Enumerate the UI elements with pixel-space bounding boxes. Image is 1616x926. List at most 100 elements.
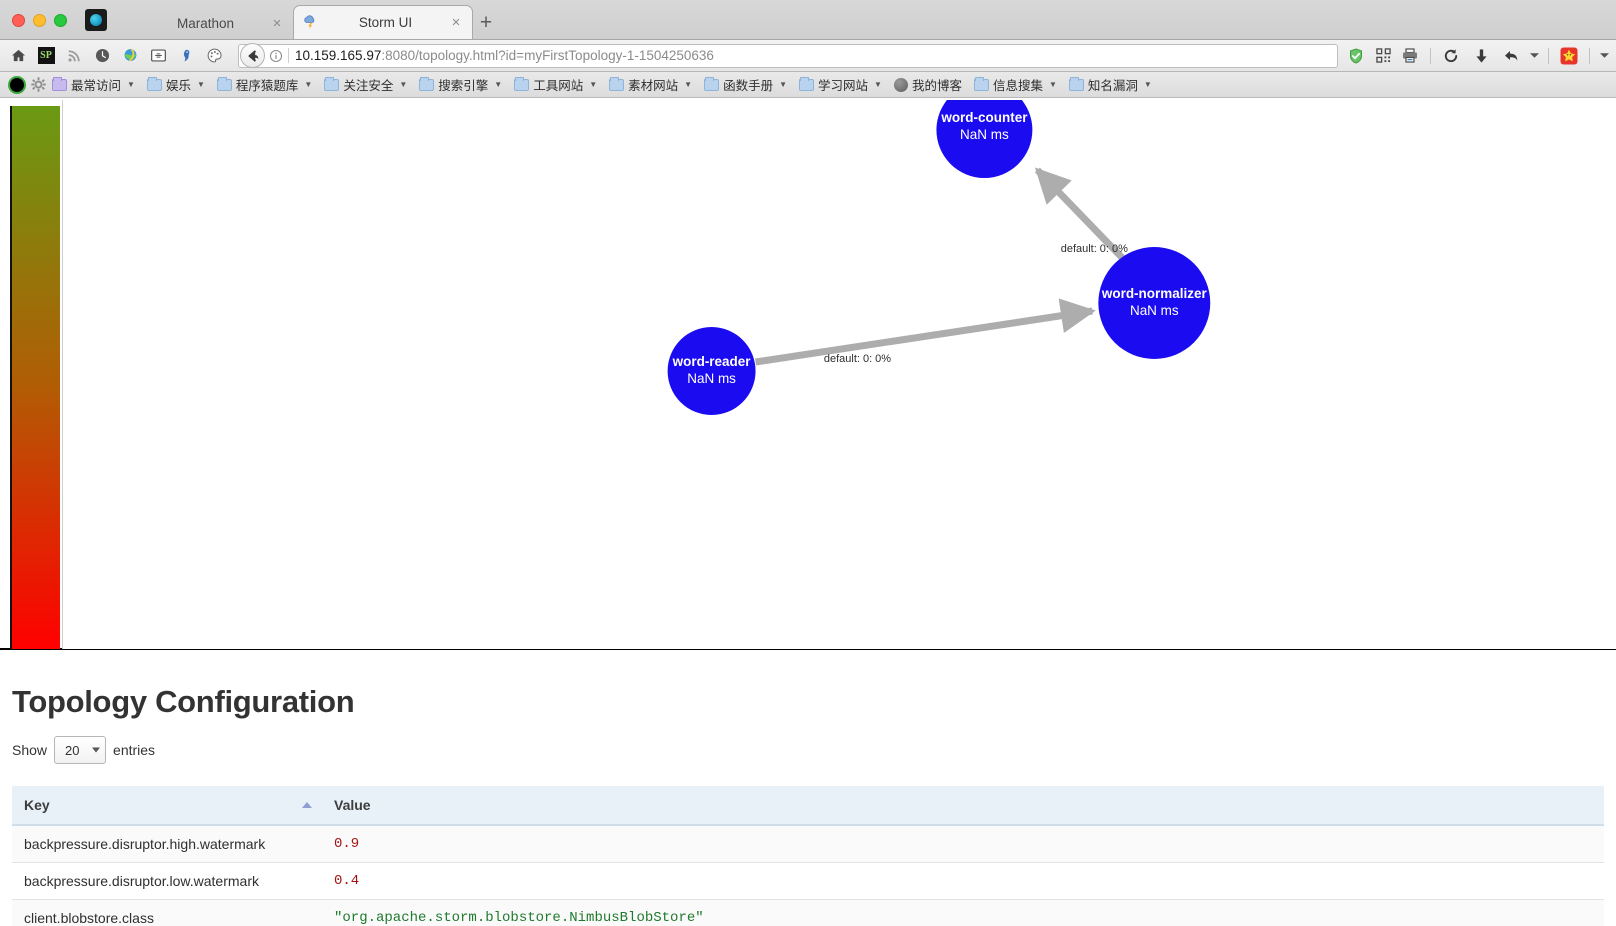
topology-graph-panel[interactable]: default: 0: 0% default: 0: 0% word-count… — [62, 100, 1616, 649]
topology-configuration-table: Key Value backpressure.disruptor.high.wa… — [12, 786, 1604, 926]
bookmark-folder-7[interactable]: 函数手册 ▼ — [698, 74, 793, 96]
bookmark-label: 信息搜集 — [992, 79, 1043, 93]
rss-icon[interactable] — [62, 44, 86, 68]
topology-node-word-normalizer[interactable]: word-normalizer NaN ms — [1098, 247, 1211, 359]
bookmark-folder-6[interactable]: 素材网站 ▼ — [603, 74, 698, 96]
bookmark-folder-8[interactable]: 学习网站 ▼ — [793, 74, 888, 96]
bookmark-folder-11[interactable]: 知名漏洞 ▼ — [1063, 74, 1158, 96]
profile-avatar[interactable] — [8, 75, 26, 94]
chevron-down-icon: ▼ — [304, 80, 313, 89]
folder-icon — [514, 76, 530, 91]
tab-favicon — [121, 15, 138, 32]
close-window-button[interactable] — [12, 14, 25, 27]
browser-window: Marathon × Storm UI × + SP 10.159.165.97… — [0, 0, 1616, 926]
folder-icon — [973, 76, 989, 91]
url-host: 10.159.165.97 — [295, 48, 382, 63]
back-button[interactable] — [240, 43, 265, 68]
table-body: backpressure.disruptor.high.watermark 0.… — [12, 825, 1604, 926]
page-size-value: 20 — [65, 742, 80, 758]
topology-graph-svg[interactable]: default: 0: 0% default: 0: 0% word-count… — [63, 100, 1616, 649]
url-separator — [288, 48, 289, 63]
bookmark-label: 学习网站 — [818, 79, 869, 93]
chevron-down-icon: ▼ — [196, 80, 205, 89]
bookmark-label: 我的博客 — [911, 79, 962, 93]
show-label: Show — [12, 742, 48, 758]
card-icon[interactable] — [146, 44, 170, 68]
tab-marathon[interactable]: Marathon × — [113, 7, 293, 39]
chevron-down-icon: ▼ — [1048, 80, 1057, 89]
close-icon[interactable]: × — [448, 15, 464, 30]
dropdown-caret-icon[interactable] — [1528, 44, 1540, 68]
latency-color-legend — [10, 106, 60, 649]
edge-line — [755, 298, 1096, 366]
bookmark-label: 工具网站 — [533, 79, 584, 93]
storm-cloud-icon — [302, 14, 319, 31]
new-tab-button[interactable]: + — [473, 9, 499, 37]
window-controls — [0, 14, 79, 39]
topology-node-word-reader[interactable]: word-reader NaN ms — [667, 327, 756, 415]
palette-icon[interactable] — [202, 44, 226, 68]
shield-check-icon[interactable] — [1344, 44, 1368, 68]
folder-icon — [52, 76, 67, 91]
bookmark-folder-3[interactable]: 关注安全 ▼ — [318, 74, 413, 96]
topology-edge-reader-normalizer[interactable]: default: 0: 0% — [755, 298, 1096, 366]
bookmark-label: 素材网站 — [628, 79, 679, 93]
bookmark-folder-0[interactable]: 最常访问 ▼ — [46, 74, 141, 96]
config-key: client.blobstore.class — [12, 899, 322, 926]
qr-code-icon[interactable] — [1371, 44, 1395, 68]
toolbar-left-buttons: SP — [6, 44, 232, 68]
page-title: Topology Configuration — [12, 684, 355, 719]
address-bar[interactable]: 10.159.165.97:8080/topology.html?id=myFi… — [238, 43, 1338, 68]
node-latency: NaN ms — [1130, 303, 1179, 318]
close-icon[interactable]: × — [269, 16, 285, 31]
tab-storm-ui[interactable]: Storm UI × — [293, 5, 473, 39]
folder-icon — [609, 76, 625, 91]
node-latency: NaN ms — [687, 371, 736, 386]
column-header-key[interactable]: Key — [12, 786, 322, 826]
overflow-caret-icon[interactable] — [1598, 44, 1610, 68]
reload-icon[interactable] — [1439, 44, 1463, 68]
node-latency: NaN ms — [960, 127, 1009, 142]
undo-icon[interactable] — [1499, 44, 1525, 68]
page-content: default: 0: 0% default: 0: 0% word-count… — [0, 100, 1616, 926]
page-size-select[interactable]: 20 — [54, 736, 107, 764]
bookmark-label: 程序猿题库 — [235, 79, 299, 93]
bookmark-folder-4[interactable]: 搜索引擎 ▼ — [413, 74, 508, 96]
home-icon[interactable] — [6, 44, 30, 68]
minimize-window-button[interactable] — [33, 14, 46, 27]
gear-icon[interactable] — [30, 77, 46, 93]
entries-control: Show 20 entries — [12, 736, 1604, 764]
table-row: backpressure.disruptor.low.watermark 0.4 — [12, 862, 1604, 900]
download-icon[interactable] — [1466, 44, 1496, 68]
chevron-down-icon: ▼ — [494, 80, 503, 89]
column-header-value[interactable]: Value — [322, 786, 1604, 826]
star-extension-icon[interactable] — [1557, 44, 1581, 68]
browser-globe-icon[interactable] — [118, 44, 142, 68]
bookmark-folder-1[interactable]: 娱乐 ▼ — [141, 74, 211, 96]
chevron-down-icon: ▼ — [1143, 80, 1152, 89]
topology-configuration-section: Topology Configuration Show 20 entries K… — [0, 684, 1616, 926]
app-icon — [85, 9, 107, 31]
bookmark-label: 最常访问 — [71, 79, 122, 93]
bookmark-folder-10[interactable]: 信息搜集 ▼ — [968, 74, 1063, 96]
topology-edge-normalizer-counter[interactable]: default: 0: 0% — [1034, 167, 1128, 263]
config-value: "org.apache.storm.blobstore.NimbusBlobSt… — [322, 899, 1604, 926]
maximize-window-button[interactable] — [54, 14, 67, 27]
bookmark-folder-5[interactable]: 工具网站 ▼ — [508, 74, 603, 96]
entries-label: entries — [113, 742, 156, 758]
topology-node-word-counter[interactable]: word-counter NaN ms — [936, 100, 1033, 178]
history-icon[interactable] — [90, 44, 114, 68]
bookmark-label: 函数手册 — [723, 79, 774, 93]
sort-asc-icon — [302, 802, 312, 808]
table-row: backpressure.disruptor.high.watermark 0.… — [12, 825, 1604, 863]
seahorse-icon[interactable] — [174, 44, 198, 68]
sp-badge-icon[interactable]: SP — [34, 44, 58, 68]
node-label: word-normalizer — [1101, 286, 1208, 301]
page-info-icon[interactable] — [265, 49, 287, 63]
bookmark-label: 知名漏洞 — [1087, 79, 1138, 93]
bookmark-folder-2[interactable]: 程序猿题库 ▼ — [211, 74, 318, 96]
node-label: word-reader — [672, 354, 752, 369]
printer-icon[interactable] — [1398, 44, 1422, 68]
config-key: backpressure.disruptor.high.watermark — [12, 825, 322, 863]
bookmark-link-blog[interactable]: 我的博客 — [888, 74, 968, 96]
